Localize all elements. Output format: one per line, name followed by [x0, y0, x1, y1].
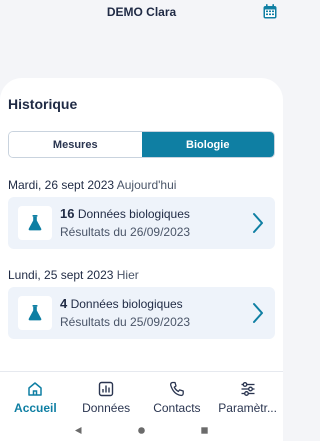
nav-label-donnees: Données	[82, 401, 131, 415]
app-header: DEMO Clara	[0, 0, 283, 26]
entry-relative-date: Aujourd'hui	[116, 178, 177, 192]
nav-label-accueil: Accueil	[14, 401, 57, 415]
nav-item-donnees[interactable]: Données	[71, 372, 142, 420]
chevron-right-icon	[253, 213, 263, 233]
flask-icon	[28, 215, 42, 231]
bio-data-count-line: 16 Données biologiques	[60, 206, 190, 221]
chevron-right-icon	[253, 303, 263, 323]
bio-data-count-line: 4 Données biologiques	[60, 296, 183, 311]
page-title: DEMO Clara	[106, 5, 177, 19]
bio-results-card[interactable]: 16 Données biologiques Résultats du 26/0…	[8, 197, 275, 249]
flask-icon-box	[18, 296, 52, 330]
back-icon[interactable]	[74, 426, 83, 435]
entry-date-header: Lundi, 25 sept 2023 Hier	[8, 268, 139, 282]
entry-date-header: Mardi, 26 sept 2023 Aujourd'hui	[8, 178, 176, 192]
bio-data-count: 16	[60, 206, 75, 221]
tab-mesures[interactable]: Mesures	[9, 132, 142, 157]
system-navigation-bar	[0, 420, 283, 441]
chart-icon	[98, 381, 114, 397]
recents-icon[interactable]	[200, 426, 209, 435]
tab-biologie[interactable]: Biologie	[141, 132, 274, 157]
results-date: Résultats du 25/09/2023	[60, 315, 191, 329]
bio-data-count: 4	[60, 296, 68, 311]
bio-data-label: Données biologiques	[77, 207, 190, 221]
flask-icon	[28, 305, 42, 321]
nav-label-contacts: Contacts	[153, 401, 201, 415]
history-segmented-control: Mesures Biologie	[8, 131, 275, 158]
home-dot-icon[interactable]	[137, 426, 146, 435]
nav-item-accueil[interactable]: Accueil	[0, 372, 71, 420]
nav-item-contacts[interactable]: Contacts	[142, 372, 213, 420]
nav-item-parametres[interactable]: Paramètr...	[212, 372, 283, 420]
entry-date: Lundi, 25 sept 2023	[8, 268, 114, 282]
calendar-icon[interactable]	[263, 4, 277, 19]
nav-label-parametres: Paramètr...	[218, 401, 277, 415]
bio-results-card[interactable]: 4 Données biologiques Résultats du 25/09…	[8, 287, 275, 339]
entry-date: Mardi, 26 sept 2023	[8, 178, 115, 192]
results-date: Résultats du 26/09/2023	[60, 225, 191, 239]
phone-icon	[169, 381, 184, 397]
sliders-icon	[241, 382, 255, 396]
bio-data-label: Données biologiques	[70, 297, 183, 311]
bottom-navigation: Accueil Données Contacts Paramètr...	[0, 371, 283, 420]
home-icon	[28, 382, 43, 396]
flask-icon-box	[18, 206, 52, 240]
history-title: Historique	[8, 96, 78, 112]
entry-relative-date: Hier	[116, 268, 139, 282]
